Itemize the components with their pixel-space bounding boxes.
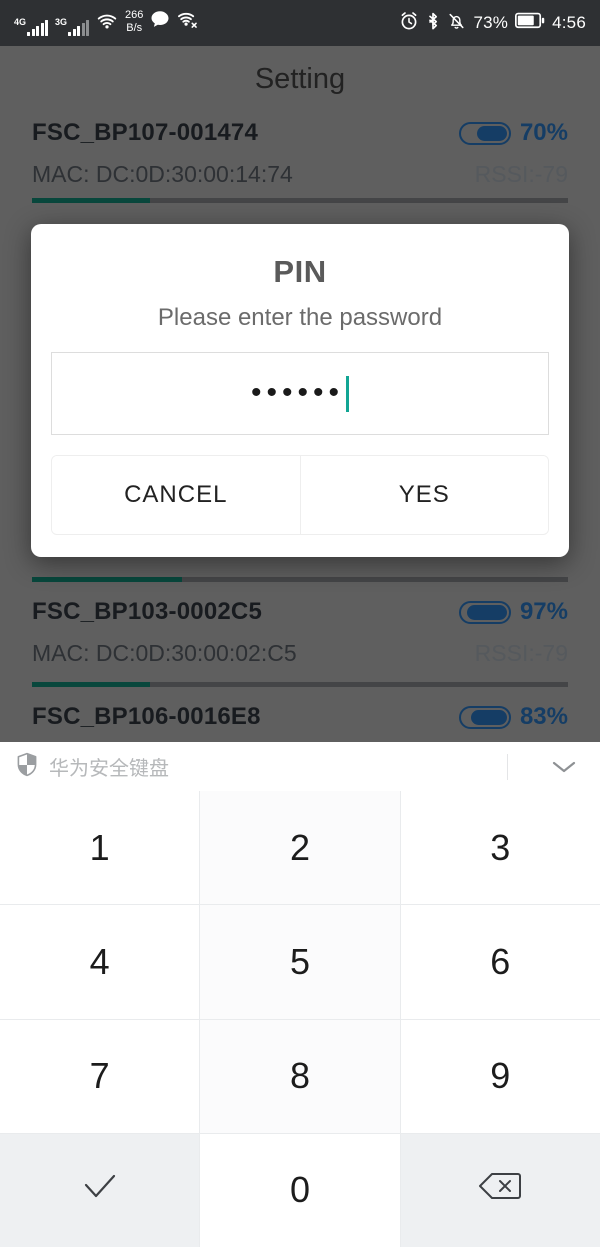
text-caret — [346, 375, 350, 412]
keypad-grid: 1 2 3 4 5 6 7 8 9 0 — [0, 791, 600, 1247]
signal-bars-icon-2 — [68, 19, 90, 36]
wifi-icon — [96, 13, 118, 36]
keyboard-backspace-key[interactable] — [400, 1133, 600, 1247]
confirm-button[interactable]: YES — [299, 456, 548, 534]
message-bubble-icon — [150, 10, 170, 34]
key-4[interactable]: 4 — [0, 905, 200, 1019]
network-type-label-2: 3G — [55, 17, 68, 27]
key-6[interactable]: 6 — [400, 905, 600, 1019]
signal-indicator-4g: 4G — [14, 17, 49, 36]
cancel-button[interactable]: CANCEL — [52, 456, 300, 534]
battery-percent-label: 73% — [473, 13, 509, 32]
numeric-keyboard: 华为安全键盘 1 2 3 4 5 6 7 8 9 0 — [0, 742, 600, 1247]
dialog-button-row: CANCEL YES — [51, 455, 549, 535]
status-bar: 4G 3G 266 B/s 73% 4:56 — [0, 0, 600, 46]
pin-dialog: PIN Please enter the password •••••• CAN… — [31, 224, 569, 557]
key-7[interactable]: 7 — [0, 1019, 200, 1133]
status-bar-right: 73% 4:56 — [399, 11, 586, 36]
data-rate-value: 266 — [125, 9, 144, 21]
data-rate-unit: B/s — [126, 21, 143, 34]
status-bar-left: 4G 3G 266 B/s — [14, 9, 399, 36]
nfc-off-icon — [177, 10, 198, 34]
keyboard-header-left: 华为安全键盘 — [16, 752, 507, 782]
dialog-title: PIN — [273, 254, 327, 289]
keyboard-name-label: 华为安全键盘 — [49, 758, 169, 780]
chevron-down-icon[interactable] — [544, 758, 584, 776]
clock-label: 4:56 — [552, 13, 586, 32]
key-1[interactable]: 1 — [0, 791, 200, 905]
signal-indicator-3g: 3G — [55, 17, 90, 36]
key-0[interactable]: 0 — [200, 1133, 400, 1247]
key-3[interactable]: 3 — [400, 791, 600, 905]
phone-screen: 4G 3G 266 B/s 73% 4:56 Setting FSC_BP107… — [0, 0, 600, 1247]
battery-icon — [515, 12, 545, 34]
network-type-label-1: 4G — [14, 17, 27, 27]
checkmark-icon — [78, 1169, 122, 1212]
key-2[interactable]: 2 — [200, 791, 400, 905]
dialog-subtitle: Please enter the password — [157, 304, 443, 331]
key-9[interactable]: 9 — [400, 1019, 600, 1133]
keyboard-confirm-key[interactable] — [0, 1133, 200, 1247]
keyboard-header-divider — [507, 753, 508, 780]
bluetooth-icon — [426, 11, 440, 36]
alarm-clock-icon — [399, 11, 419, 36]
data-rate-indicator: 266 B/s — [125, 9, 144, 35]
pin-input-field[interactable]: •••••• — [51, 352, 549, 435]
key-8[interactable]: 8 — [200, 1019, 400, 1133]
backspace-icon — [477, 1169, 523, 1211]
pin-masked-value: •••••• — [250, 375, 345, 409]
shield-icon — [16, 752, 38, 782]
signal-bars-icon-1 — [27, 19, 49, 36]
key-5[interactable]: 5 — [200, 905, 400, 1019]
keyboard-header: 华为安全键盘 — [0, 742, 600, 791]
notification-muted-icon — [447, 11, 466, 36]
